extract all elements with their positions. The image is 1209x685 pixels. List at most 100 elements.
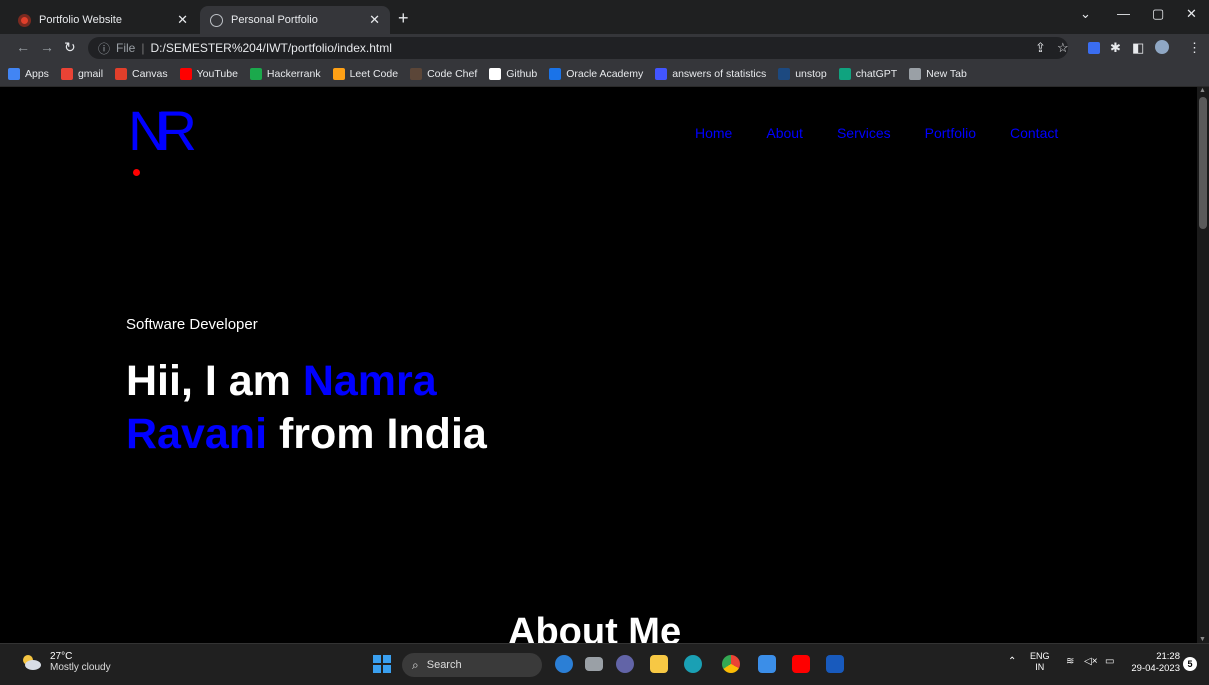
- address-bar[interactable]: ⓘ File | D:/SEMESTER%204/IWT/portfolio/i…: [88, 37, 1068, 59]
- url-scheme: File: [116, 41, 136, 55]
- nav-contact[interactable]: Contact: [1010, 125, 1058, 141]
- leetcode-icon: [332, 68, 345, 80]
- teams-chat-icon[interactable]: [616, 655, 634, 673]
- page-scrollbar[interactable]: ▲ ▼: [1197, 87, 1209, 643]
- bookmark-label: Github: [506, 68, 538, 80]
- copilot-icon[interactable]: [555, 655, 573, 673]
- mail-icon[interactable]: [758, 655, 776, 673]
- extensions-puzzle-icon[interactable]: ✱: [1110, 40, 1121, 56]
- close-window-button[interactable]: ✕: [1186, 6, 1197, 22]
- bookmark-label: New Tab: [926, 68, 967, 80]
- tab-personal-portfolio[interactable]: Personal Portfolio ✕: [200, 6, 390, 34]
- gmail-icon: [60, 68, 73, 80]
- bookmark-label: Canvas: [132, 68, 168, 80]
- scrollbar-thumb[interactable]: [1199, 97, 1207, 229]
- tab-label: Personal Portfolio: [231, 14, 318, 26]
- browser-toolbar: ← → ↻ ⓘ File | D:/SEMESTER%204/IWT/portf…: [0, 34, 1209, 62]
- logo-dot: [133, 169, 140, 176]
- bookmark-item[interactable]: unstop: [778, 68, 827, 80]
- bookmark-star-icon[interactable]: ☆: [1057, 40, 1069, 56]
- tab-search-icon[interactable]: ⌄: [1080, 6, 1091, 22]
- taskbar-search[interactable]: ⌕ Search: [402, 653, 542, 677]
- url-text: D:/SEMESTER%204/IWT/portfolio/index.html: [150, 41, 392, 55]
- bookmark-label: Hackerrank: [266, 68, 321, 80]
- site-nav: Home About Services Portfolio Contact: [695, 125, 1058, 141]
- nav-about[interactable]: About: [766, 125, 803, 141]
- nav-portfolio[interactable]: Portfolio: [925, 125, 976, 141]
- nav-services[interactable]: Services: [837, 125, 891, 141]
- bookmark-item[interactable]: Code Chef: [410, 68, 477, 80]
- youtube-app-icon[interactable]: [792, 655, 810, 673]
- profile-avatar[interactable]: [1155, 40, 1169, 54]
- task-view-icon[interactable]: [585, 657, 603, 671]
- unstop-icon: [778, 68, 791, 80]
- info-icon[interactable]: ⓘ: [98, 40, 110, 57]
- close-tab-icon[interactable]: ✕: [177, 12, 188, 28]
- weather-condition: Mostly cloudy: [50, 662, 111, 673]
- bookmark-item[interactable]: New Tab: [909, 68, 967, 80]
- hero-prefix: Hii, I am: [126, 357, 303, 405]
- taskbar-clock[interactable]: 21:28 29-04-2023: [1128, 651, 1180, 675]
- bookmark-label: answers of statistics: [672, 68, 767, 80]
- start-button[interactable]: [373, 655, 391, 673]
- bookmark-item[interactable]: Hackerrank: [249, 68, 321, 80]
- reload-button[interactable]: ↻: [64, 39, 76, 56]
- clock-time: 21:28: [1156, 651, 1180, 662]
- hackerrank-icon: [249, 68, 262, 80]
- bookmark-item[interactable]: Canvas: [115, 68, 168, 80]
- bookmark-item[interactable]: chatGPT: [838, 68, 897, 80]
- wifi-icon[interactable]: ≋: [1066, 656, 1074, 667]
- menu-kebab-icon[interactable]: ⋮: [1188, 40, 1201, 56]
- bookmark-item[interactable]: Apps: [8, 68, 49, 80]
- word-icon[interactable]: [826, 655, 844, 673]
- nav-home[interactable]: Home: [695, 125, 732, 141]
- quizlet-icon: [655, 68, 668, 80]
- bookmark-item[interactable]: Oracle Academy: [549, 68, 643, 80]
- tab-strip: Portfolio Website ✕ Personal Portfolio ✕…: [0, 0, 1209, 34]
- weather-widget[interactable]: 27°C Mostly cloudy: [20, 651, 111, 673]
- extension-icon[interactable]: [1088, 42, 1100, 54]
- scroll-down-arrow[interactable]: ▼: [1199, 636, 1206, 643]
- chrome-icon[interactable]: [722, 655, 740, 673]
- windows-taskbar: 27°C Mostly cloudy ⌕ Search ⌃ ENG IN ≋ ◁…: [0, 643, 1209, 685]
- bookmark-label: gmail: [77, 68, 104, 80]
- bookmark-item[interactable]: gmail: [60, 68, 104, 80]
- back-button[interactable]: ←: [16, 39, 30, 55]
- scroll-up-arrow[interactable]: ▲: [1199, 87, 1206, 94]
- search-icon: ⌕: [412, 657, 419, 672]
- hero-subtitle: Software Developer: [126, 316, 258, 333]
- side-panel-icon[interactable]: ◧: [1132, 40, 1144, 56]
- bookmark-item[interactable]: Github: [489, 68, 537, 80]
- browser-chrome: Portfolio Website ✕ Personal Portfolio ✕…: [0, 0, 1209, 87]
- new-tab-button[interactable]: +: [398, 8, 409, 28]
- hero-heading: Hii, I am Namra Ravani from India: [126, 355, 626, 461]
- volume-muted-icon[interactable]: ◁×: [1084, 656, 1098, 667]
- file-explorer-icon[interactable]: [650, 655, 668, 673]
- logo-text: NR: [128, 99, 197, 162]
- oracle-icon: [549, 68, 562, 80]
- bookmark-label: Code Chef: [427, 68, 478, 80]
- language-indicator[interactable]: ENG IN: [1030, 651, 1050, 673]
- lang-code: ENG: [1030, 651, 1050, 661]
- battery-icon[interactable]: ▭: [1105, 656, 1114, 667]
- bookmark-item[interactable]: YouTube: [179, 68, 238, 80]
- minimize-button[interactable]: —: [1117, 6, 1130, 21]
- site-logo[interactable]: NR: [128, 99, 208, 176]
- restore-button[interactable]: ▢: [1152, 6, 1164, 22]
- bookmark-label: Leet Code: [349, 68, 399, 80]
- share-icon[interactable]: ⇪: [1035, 40, 1046, 56]
- globe-icon: [909, 68, 922, 80]
- edge-icon[interactable]: [684, 655, 702, 673]
- portfolio-page: NR Home About Services Portfolio Contact…: [0, 87, 1197, 643]
- canvas-icon: [18, 13, 31, 27]
- bookmark-item[interactable]: answers of statistics: [655, 68, 766, 80]
- show-hidden-icons[interactable]: ⌃: [1008, 656, 1016, 667]
- globe-icon: [210, 13, 223, 27]
- close-tab-icon[interactable]: ✕: [369, 12, 380, 28]
- search-label: Search: [426, 659, 462, 671]
- tab-portfolio-website[interactable]: Portfolio Website ✕: [8, 6, 198, 34]
- forward-button[interactable]: →: [40, 39, 54, 55]
- tab-label: Portfolio Website: [39, 14, 122, 26]
- notification-badge[interactable]: 5: [1183, 657, 1197, 671]
- bookmark-item[interactable]: Leet Code: [332, 68, 399, 80]
